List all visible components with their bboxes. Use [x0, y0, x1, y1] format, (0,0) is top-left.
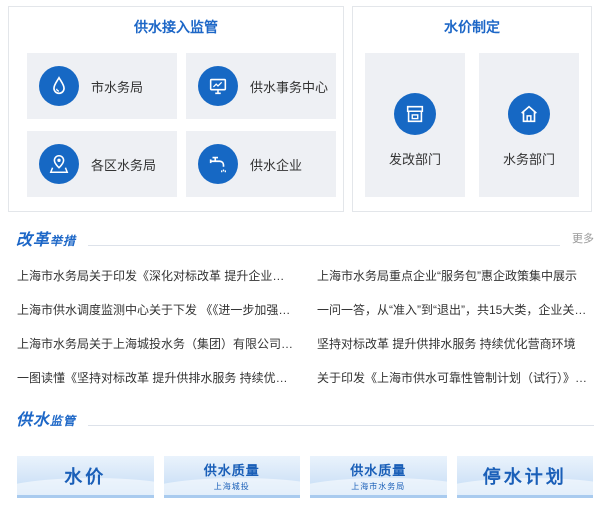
- more-link[interactable]: 更多: [572, 230, 594, 246]
- water-drop-icon: [39, 66, 79, 106]
- section-divider: [88, 245, 560, 246]
- section-divider: [88, 425, 594, 426]
- pricing-title: 水价制定: [444, 19, 500, 35]
- banner-outage-plan[interactable]: 停水计划: [456, 456, 593, 498]
- news-link[interactable]: 坚持对标改革 提升供排水服务 持续优化营商环境: [305, 334, 593, 368]
- reform-section-header: 改革举措 更多: [16, 226, 594, 249]
- supervision-banners: 水价 供水质量 上海城投 供水质量 上海市水务局 停水计划: [17, 456, 593, 498]
- tile-label: 供水事务中心: [250, 79, 329, 95]
- news-row: 一图读懂《坚持对标改革 提升供排水服务 持续优化营商环境》 关于印发《上海市供水…: [17, 368, 593, 402]
- tile-label: 水务部门: [502, 152, 555, 167]
- reform-news-list: 上海市水务局关于印发《深化对标改革 提升企业感受度专项行动方案》的通知 上海市水…: [17, 266, 593, 402]
- supervision-section-title: 供水监管: [16, 412, 77, 429]
- tile-district-water-bureau[interactable]: 各区水务局: [27, 131, 177, 197]
- tile-supply-affairs-center[interactable]: 供水事务中心: [186, 53, 336, 119]
- supervision-section-header: 供水监管: [16, 406, 594, 429]
- tile-water-enterprise[interactable]: 供水企业: [186, 131, 336, 197]
- banner-subtitle: 上海市水务局: [351, 481, 406, 491]
- tile-label: 供水企业: [250, 157, 303, 173]
- news-row: 上海市供水调度监测中心关于下发 《《进一步加强供水接入服务》》 一问一答，从“准…: [17, 300, 593, 334]
- tile-city-water-bureau[interactable]: 市水务局: [27, 53, 177, 119]
- news-link[interactable]: 上海市水务局关于上海城投水务（集团）有限公司2021年: [17, 334, 305, 368]
- banner-title: 停水计划: [482, 466, 567, 487]
- tile-development-reform-dept[interactable]: 发改部门: [365, 53, 465, 197]
- news-link[interactable]: 一图读懂《坚持对标改革 提升供排水服务 持续优化营商环境》: [17, 368, 305, 402]
- banner-title: 供水质量: [203, 462, 260, 478]
- tile-label: 发改部门: [388, 152, 441, 167]
- news-link[interactable]: 一问一答，从“准入”到“退出”，共15大类，企业关心的问题: [305, 300, 593, 334]
- banner-water-quality-chengtou[interactable]: 供水质量 上海城投: [163, 456, 300, 498]
- news-row: 上海市水务局关于上海城投水务（集团）有限公司2021年 坚持对标改革 提升供排水…: [17, 334, 593, 368]
- storefront-icon: [394, 93, 436, 135]
- house-icon: [508, 93, 550, 135]
- news-link[interactable]: 上海市水务局关于印发《深化对标改革 提升企业感受度专项行动方案》的通知: [17, 266, 305, 300]
- pricing-panel: 水价制定 发改部门 水务部门: [352, 6, 592, 212]
- banner-title: 水价: [64, 466, 107, 487]
- news-link[interactable]: 上海市水务局重点企业“服务包”惠企政策集中展示: [305, 266, 593, 300]
- tile-label: 各区水务局: [91, 157, 157, 173]
- reform-section-title: 改革举措: [16, 232, 77, 249]
- news-link[interactable]: 关于印发《上海市供水可靠性管制计划（试行）》的通知: [305, 368, 593, 402]
- tile-label: 市水务局: [91, 79, 144, 95]
- banner-water-quality-bureau[interactable]: 供水质量 上海市水务局: [310, 456, 447, 498]
- banner-title: 供水质量: [350, 462, 407, 478]
- supply-access-panel: 供水接入监管 市水务局 供水事务中心 各区水务局 供水企业: [8, 6, 344, 212]
- news-link[interactable]: 上海市供水调度监测中心关于下发 《《进一步加强供水接入服务》》: [17, 300, 305, 334]
- banner-water-price[interactable]: 水价: [17, 456, 154, 498]
- monitor-icon: [198, 66, 238, 106]
- supply-access-title: 供水接入监管: [134, 19, 218, 35]
- banner-subtitle: 上海城投: [213, 481, 250, 491]
- map-pin-icon: [39, 144, 79, 184]
- tile-water-affairs-dept[interactable]: 水务部门: [479, 53, 579, 197]
- news-row: 上海市水务局关于印发《深化对标改革 提升企业感受度专项行动方案》的通知 上海市水…: [17, 266, 593, 300]
- faucet-icon: [198, 144, 238, 184]
